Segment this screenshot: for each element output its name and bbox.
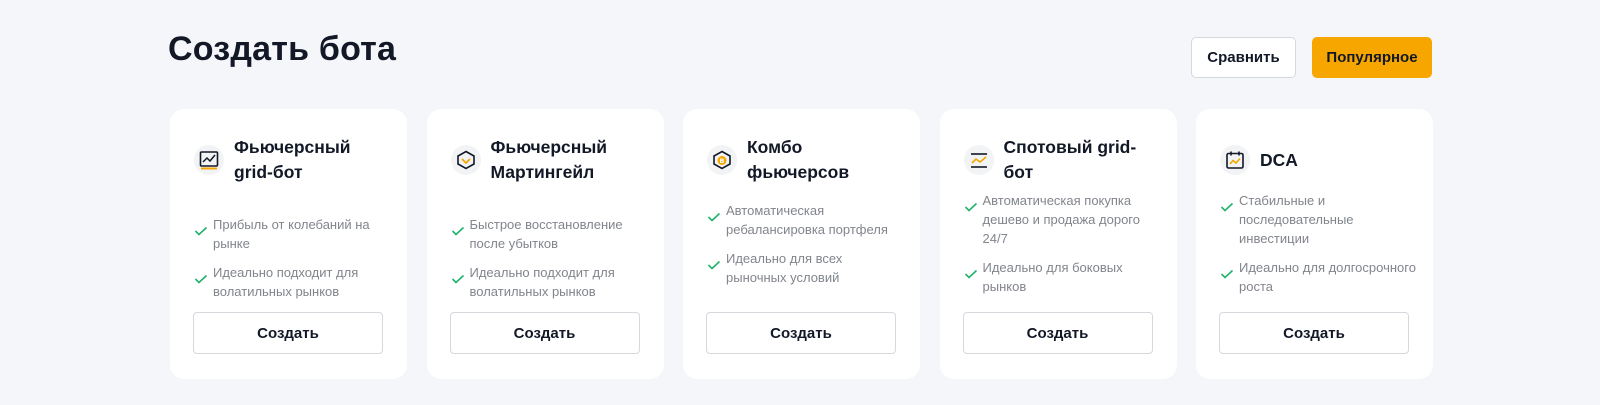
create-button[interactable]: Создать xyxy=(706,312,896,354)
feature-text: Прибыль от колебаний на рынке xyxy=(213,216,370,251)
feature-item: Идеально для всех рыночных условий xyxy=(707,249,906,287)
feature-text: Идеально подходит для волатильных рынков xyxy=(213,264,359,299)
feature-text: Быстрое восстановление после убытков xyxy=(469,216,623,251)
feature-text: Идеально подходит для волатильных рынков xyxy=(469,264,615,299)
feature-item: Идеально подходит для волатильных рынков xyxy=(451,263,650,301)
check-icon xyxy=(194,223,209,241)
page-title: Создать бота xyxy=(168,30,397,68)
feature-list: Автоматическая ребалансировка портфеля И… xyxy=(707,192,906,295)
card-title: Фьючерсный grid-бот xyxy=(234,137,351,182)
spot-grid-lines-icon xyxy=(963,145,994,175)
check-icon xyxy=(451,223,466,241)
martingale-cube-icon xyxy=(450,145,481,175)
card-header: DCA xyxy=(1220,134,1417,186)
check-icon xyxy=(707,257,722,275)
bot-card-futures-martingale: Фьючерсный Мартингейл Быстрое восстановл… xyxy=(426,109,664,379)
card-header: Фьючерсный grid-бот xyxy=(194,134,391,186)
bot-card-spot-grid: Спотовый grid-бот Автоматическая покупка… xyxy=(939,109,1177,379)
feature-item: Идеально подходит для волатильных рынков xyxy=(194,263,393,301)
check-icon xyxy=(964,266,979,284)
create-button[interactable]: Создать xyxy=(193,312,383,354)
feature-item: Автоматическая покупка дешево и продажа … xyxy=(964,191,1163,248)
check-icon xyxy=(1220,199,1235,217)
card-header: Фьючерсный Мартингейл xyxy=(450,134,648,186)
check-icon xyxy=(707,209,722,227)
svg-text:B: B xyxy=(720,157,725,165)
feature-text: Стабильные и последовательные инвестиции xyxy=(1239,193,1354,246)
check-icon xyxy=(194,271,209,289)
card-title: Фьючерсный Мартингейл xyxy=(490,137,608,182)
bot-card-futures-combo: B Комбо фьючерсов Автоматическая ребалан… xyxy=(683,109,920,379)
card-title: Комбо фьючерсов xyxy=(747,137,850,182)
check-icon xyxy=(964,199,979,217)
futures-grid-chart-icon xyxy=(194,145,224,175)
feature-text: Идеально для долгосрочного роста xyxy=(1239,260,1416,294)
create-button[interactable]: Создать xyxy=(449,312,640,354)
check-icon xyxy=(451,271,466,289)
bot-cards: Фьючерсный grid-бот Прибыль от колебаний… xyxy=(170,109,1433,379)
feature-item: Прибыль от колебаний на рынке xyxy=(194,215,393,253)
feature-item: Быстрое восстановление после убытков xyxy=(451,215,650,253)
bot-card-dca: DCA Стабильные и последовательные инвест… xyxy=(1196,109,1433,379)
create-button[interactable]: Создать xyxy=(962,312,1153,354)
compare-button[interactable]: Сравнить xyxy=(1191,37,1296,78)
feature-list: Быстрое восстановление после убытков Иде… xyxy=(451,216,650,299)
card-header: B Комбо фьючерсов xyxy=(707,134,904,186)
check-icon xyxy=(1220,266,1235,284)
bot-card-futures-grid: Фьючерсный grid-бот Прибыль от колебаний… xyxy=(170,109,407,379)
card-title: Спотовый grid-бот xyxy=(1003,137,1137,182)
feature-text: Идеально для боковых рынков xyxy=(982,260,1123,294)
dca-calendar-icon xyxy=(1220,145,1250,175)
feature-list: Стабильные и последовательные инвестиции… xyxy=(1220,192,1419,295)
feature-text: Идеально для всех рыночных условий xyxy=(726,250,843,285)
card-header: Спотовый grid-бот xyxy=(963,134,1161,186)
combo-bitcoin-hexagon-icon: B xyxy=(707,145,737,175)
feature-text: Автоматическая ребалансировка портфеля xyxy=(726,202,888,237)
feature-item: Стабильные и последовательные инвестиции xyxy=(1220,191,1419,248)
feature-item: Автоматическая ребалансировка портфеля xyxy=(707,201,906,239)
feature-text: Автоматическая покупка дешево и продажа … xyxy=(982,193,1140,246)
create-button[interactable]: Создать xyxy=(1219,312,1409,354)
popular-button[interactable]: Популярное xyxy=(1312,37,1432,78)
card-title: DCA xyxy=(1260,149,1298,170)
feature-list: Прибыль от колебаний на рынке Идеально п… xyxy=(194,216,393,299)
feature-list: Автоматическая покупка дешево и продажа … xyxy=(964,192,1163,295)
feature-item: Идеально для боковых рынков xyxy=(964,258,1163,296)
feature-item: Идеально для долгосрочного роста xyxy=(1220,258,1419,296)
